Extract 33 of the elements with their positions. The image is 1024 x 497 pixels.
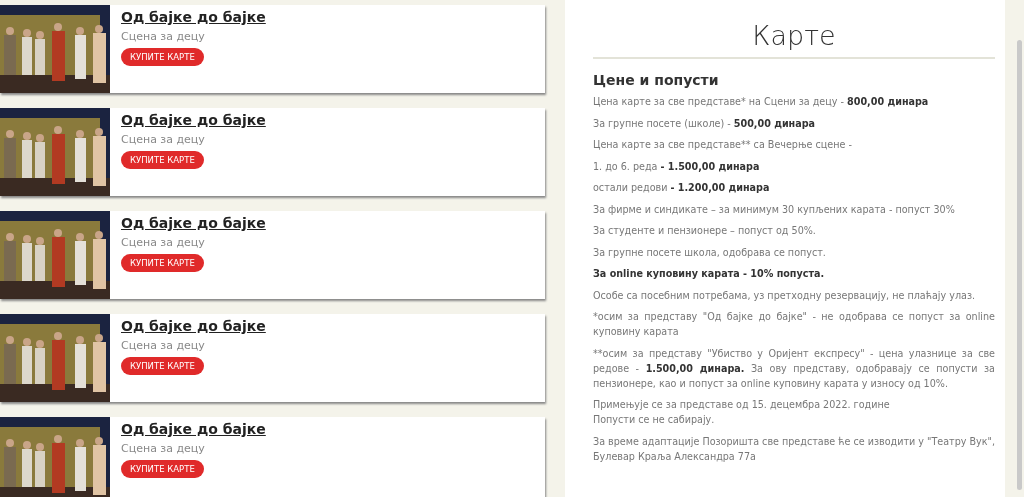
paragraph: **осим за представу "Убиство у Оријент експресу" - цена улазнице за све редове - 1.500,00 динара. За ову представу, одобравају се попусти за пензионере, као и попуст за online куповину карата у износу од 10%. — [593, 346, 995, 391]
buy-tickets-button[interactable]: КУПИТЕ КАРТЕ — [121, 48, 204, 66]
show-title-link[interactable]: Од бајке до бајке — [121, 9, 266, 25]
paragraph: Особе са посебним потребама, уз претходну резервацију, не плаћају улаз. — [593, 288, 977, 303]
paragraph: Цена карте за све представе** са Вечерње сцене - — [593, 138, 853, 152]
buy-tickets-button[interactable]: КУПИТЕ КАРТЕ — [121, 460, 204, 478]
paragraph: За студенте и пензионере – попуст од 50%. — [593, 224, 817, 238]
paragraph: За online куповину карата - 10% попуста. — [593, 267, 826, 281]
stage-label: Сцена за децу — [121, 236, 205, 249]
paragraph: 1. до 6. реда - 1.500,00 динара — [593, 159, 761, 174]
show-title-link[interactable]: Од бајке до бајке — [121, 421, 266, 437]
show-title-link[interactable]: Од бајке до бајке — [121, 318, 266, 334]
show-title-link[interactable]: Од бајке до бајке — [121, 215, 266, 231]
stage-label: Сцена за децу — [121, 442, 205, 455]
paragraph: Цена карте за све представе* на Сцени за децу - 800,00 динара — [593, 95, 930, 109]
text-line: Примењује се за представе од 15. децембра 2022. године — [593, 398, 891, 412]
text-line: Попусти се не сабирају. — [593, 413, 716, 427]
paragraph: За групне посете школа, одобрава се попуст. — [593, 245, 827, 260]
buy-tickets-button[interactable]: КУПИТЕ КАРТЕ — [121, 357, 204, 375]
stage-label: Сцена за децу — [121, 339, 205, 352]
stage-label: Сцена за децу — [121, 30, 205, 43]
paragraph: За фирме и синдикате – за минимум 30 купљених карата - попуст 30% — [593, 202, 956, 217]
paragraph: За групне посете (школе) - 500,00 динара — [593, 116, 817, 131]
paragraph: За време адаптације Позоришта све представе ће се изводити у "Театру Вук", Булевар Краља Александра 77а — [593, 434, 995, 464]
paragraph: остали редови - 1.200,00 динара — [593, 181, 771, 195]
section-heading: Цене и попусти — [593, 72, 720, 88]
paragraph: *осим за представу "Од бајке до бајке" - не одобрава се попуст за online куповину карата — [593, 310, 995, 339]
buy-tickets-button[interactable]: КУПИТЕ КАРТЕ — [121, 151, 204, 169]
buy-tickets-button[interactable]: КУПИТЕ КАРТЕ — [121, 254, 204, 272]
scrollbar-thumb[interactable] — [1017, 40, 1022, 490]
page-title: Карте — [593, 20, 995, 59]
show-title-link[interactable]: Од бајке до бајке — [121, 112, 266, 128]
stage-label: Сцена за децу — [121, 133, 205, 146]
